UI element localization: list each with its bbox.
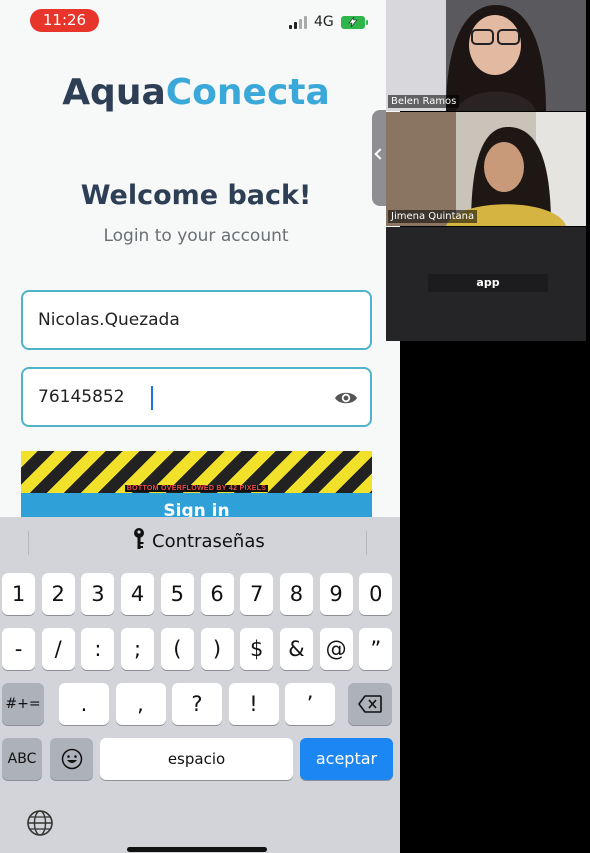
username-field[interactable] (21, 290, 372, 350)
page-subtitle: Login to your account (103, 226, 289, 246)
backspace-icon (358, 695, 382, 713)
battery-charging-icon (341, 16, 368, 29)
eye-icon[interactable] (334, 388, 358, 408)
number-key-1[interactable]: 2 (41, 573, 75, 615)
symbol-key-1[interactable]: / (41, 628, 75, 670)
symbol-key-2[interactable]: : (81, 628, 115, 670)
page-title: Welcome back! (80, 180, 312, 211)
symbol-key-3[interactable]: ; (121, 628, 155, 670)
network-type: 4G (314, 14, 334, 30)
number-key-6[interactable]: 7 (240, 573, 274, 615)
app-logo: AquaConecta (0, 72, 392, 113)
app-tile-label: app (428, 274, 548, 292)
suggestion-divider (366, 531, 367, 555)
number-key-8[interactable]: 9 (319, 573, 353, 615)
overflow-warning-stripes: BOTTOM OVERFLOWED BY 42 PIXELS (21, 451, 372, 493)
key-icon (134, 528, 144, 549)
backspace-key[interactable] (348, 683, 392, 725)
number-key-0[interactable]: 1 (2, 573, 35, 615)
symbol-key-6[interactable]: $ (240, 628, 274, 670)
overflow-warning-text: BOTTOM OVERFLOWED BY 42 PIXELS (124, 485, 269, 492)
punctuation-key-3[interactable]: ! (228, 683, 279, 725)
keyboard: Contraseñas 1234567890 - /:;() $ & @” .,?!’ … (0, 517, 400, 853)
number-key-4[interactable]: 5 (160, 573, 194, 615)
password-field[interactable] (21, 367, 372, 427)
cellular-signal-icon (289, 15, 309, 29)
password-input[interactable] (38, 387, 318, 407)
symbols-mode-key[interactable]: #+= (2, 683, 44, 725)
symbol-key-8[interactable]: @ (319, 628, 353, 670)
participant-name-tag: Belen Ramos (388, 95, 460, 108)
collapse-video-panel-handle[interactable] (372, 110, 386, 206)
number-key-3[interactable]: 4 (121, 573, 155, 615)
emoji-icon (61, 748, 82, 770)
number-key-7[interactable]: 8 (279, 573, 313, 615)
symbol-key-5[interactable]: ) (200, 628, 234, 670)
emoji-key[interactable] (50, 738, 93, 780)
logo-text-aqua: Aqua (62, 72, 166, 113)
keyboard-suggestion-bar: Contraseñas (0, 517, 400, 569)
globe-icon[interactable] (26, 809, 54, 837)
abc-key[interactable]: ABC (2, 738, 42, 780)
text-cursor (151, 386, 153, 410)
suggestion-divider (28, 531, 29, 555)
home-indicator (127, 847, 267, 852)
symbol-key-9[interactable]: ” (359, 628, 393, 670)
participant-video (386, 112, 586, 226)
space-key[interactable]: espacio (100, 738, 293, 780)
symbol-key-7[interactable]: & (279, 628, 313, 670)
participant-name-tag: Jimena Quintana (388, 210, 478, 223)
passwords-suggestion[interactable]: Contraseñas (152, 531, 265, 552)
phone-screen: 11:26 4G AquaConecta Welcome back! Login… (0, 0, 400, 853)
status-time[interactable]: 11:26 (30, 9, 99, 32)
screen: 11:26 4G AquaConecta Welcome back! Login… (0, 0, 590, 853)
number-key-9[interactable]: 0 (359, 573, 393, 615)
punctuation-key-0[interactable]: . (59, 683, 109, 725)
return-key[interactable]: aceptar (300, 738, 393, 780)
punctuation-key-1[interactable]: , (115, 683, 166, 725)
punctuation-key-4[interactable]: ’ (285, 683, 335, 725)
status-bar: 11:26 4G (0, 0, 400, 44)
number-key-5[interactable]: 6 (200, 573, 234, 615)
punctuation-key-2[interactable]: ? (172, 683, 222, 725)
username-input[interactable] (38, 310, 318, 330)
symbol-key-0[interactable]: - (2, 628, 35, 670)
number-key-2[interactable]: 3 (81, 573, 115, 615)
video-tile-app[interactable]: app (386, 227, 586, 341)
symbol-key-4[interactable]: ( (160, 628, 194, 670)
logo-text-conecta: Conecta (165, 72, 330, 113)
video-tile-participant-1[interactable]: Belen Ramos (386, 0, 586, 111)
video-tile-participant-2[interactable]: Jimena Quintana (386, 112, 586, 226)
